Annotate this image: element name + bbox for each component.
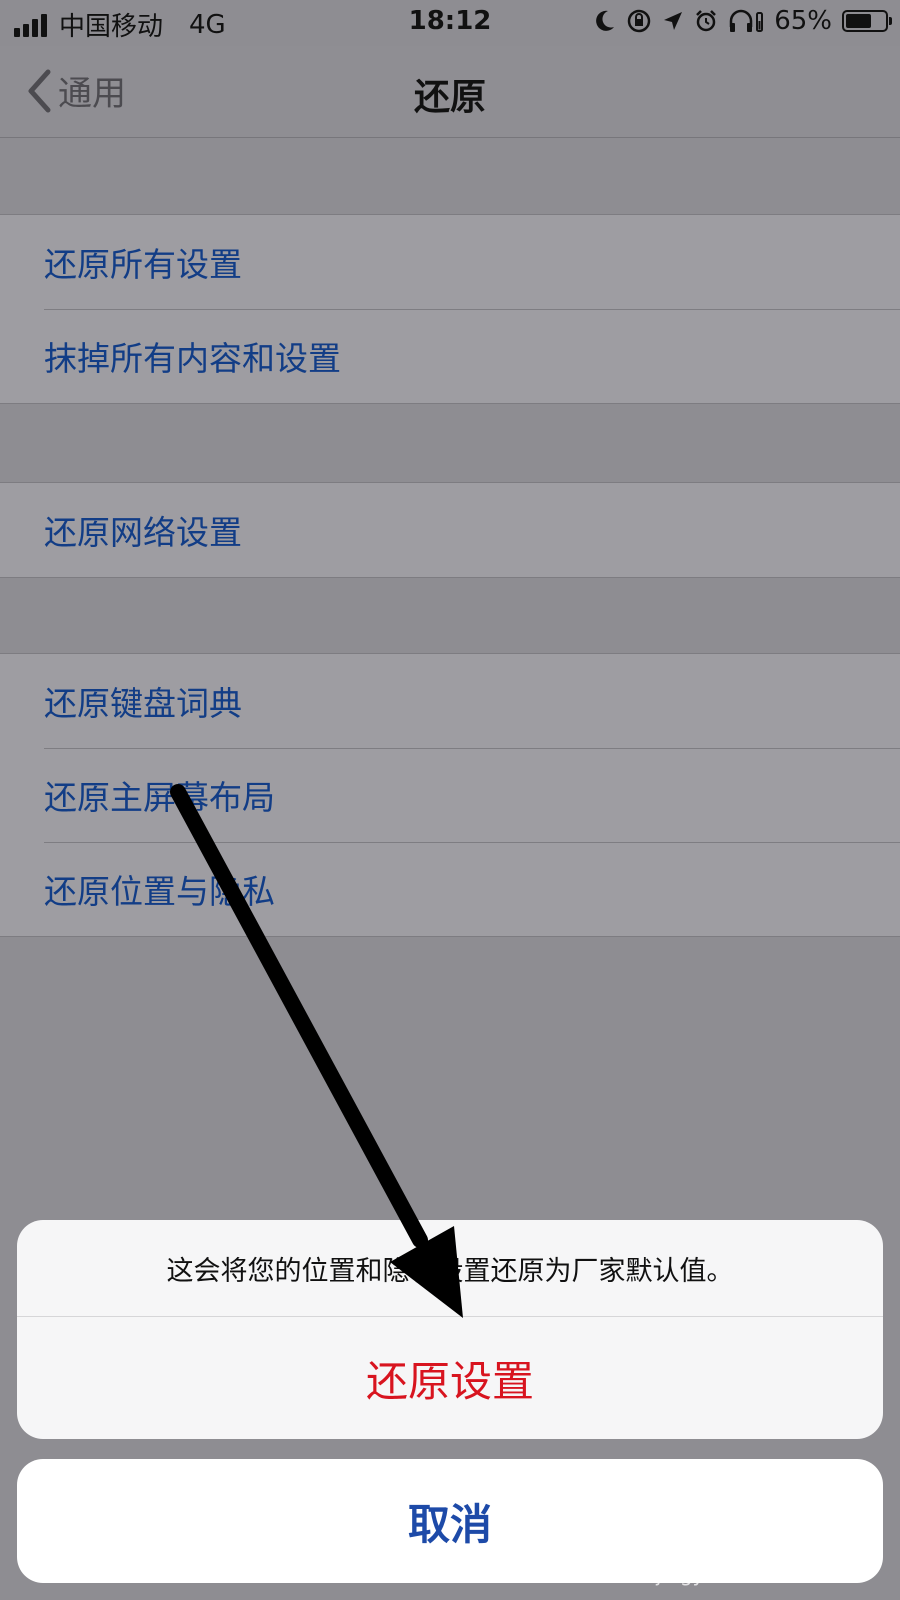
moon-icon [596,10,615,31]
rotation-lock-icon [627,9,651,33]
erase-all-content-item[interactable]: 抹掉所有内容和设置 [0,309,900,403]
battery-fill [846,14,871,28]
location-icon [664,12,683,30]
battery-icon [842,10,892,32]
action-sheet: 这会将您的位置和隐私设置还原为厂家默认值。 还原设置 [17,1220,883,1439]
reset-settings-screen: 中国移动 4G 18:12 65% 通用 还原 还原所有设置 抹掉所有内容和设置… [0,0,900,1600]
headphones-icon [729,9,764,32]
reset-group-2: 还原网络设置 [0,482,900,578]
list-item-label: 还原所有设置 [44,245,242,284]
reset-keyboard-dictionary-item[interactable]: 还原键盘词典 [0,654,900,748]
list-item-label: 抹掉所有内容和设置 [44,339,341,378]
list-item-label: 还原位置与隐私 [44,872,275,911]
reset-all-settings-item[interactable]: 还原所有设置 [0,215,900,309]
reset-location-privacy-item[interactable]: 还原位置与隐私 [0,842,900,936]
list-item-label: 还原主屏幕布局 [44,778,275,817]
status-bar: 中国移动 4G 18:12 65% [0,0,900,46]
navigation-bar: 通用 还原 [0,46,900,138]
alarm-icon [696,10,717,32]
battery-percent: 65% [774,6,832,36]
list-item-label: 还原网络设置 [44,513,242,552]
watermark: Baidu经验 jingyan.baidu.com [641,1510,856,1586]
action-sheet-message: 这会将您的位置和隐私设置还原为厂家默认值。 [17,1220,883,1317]
list-item-label: 还原键盘词典 [44,684,242,723]
reset-home-screen-layout-item[interactable]: 还原主屏幕布局 [0,748,900,842]
page-title: 还原 [413,77,486,118]
reset-network-settings-item[interactable]: 还原网络设置 [0,483,900,577]
reset-group-3: 还原键盘词典 还原主屏幕布局 还原位置与隐私 [0,653,900,937]
reset-group-1: 还原所有设置 抹掉所有内容和设置 [0,214,900,404]
watermark-url: jingyan.baidu.com [656,1562,841,1586]
status-right: 65% [594,6,892,36]
reset-settings-button[interactable]: 还原设置 [17,1317,883,1439]
watermark-logo: Baidu经验 [640,1520,856,1566]
